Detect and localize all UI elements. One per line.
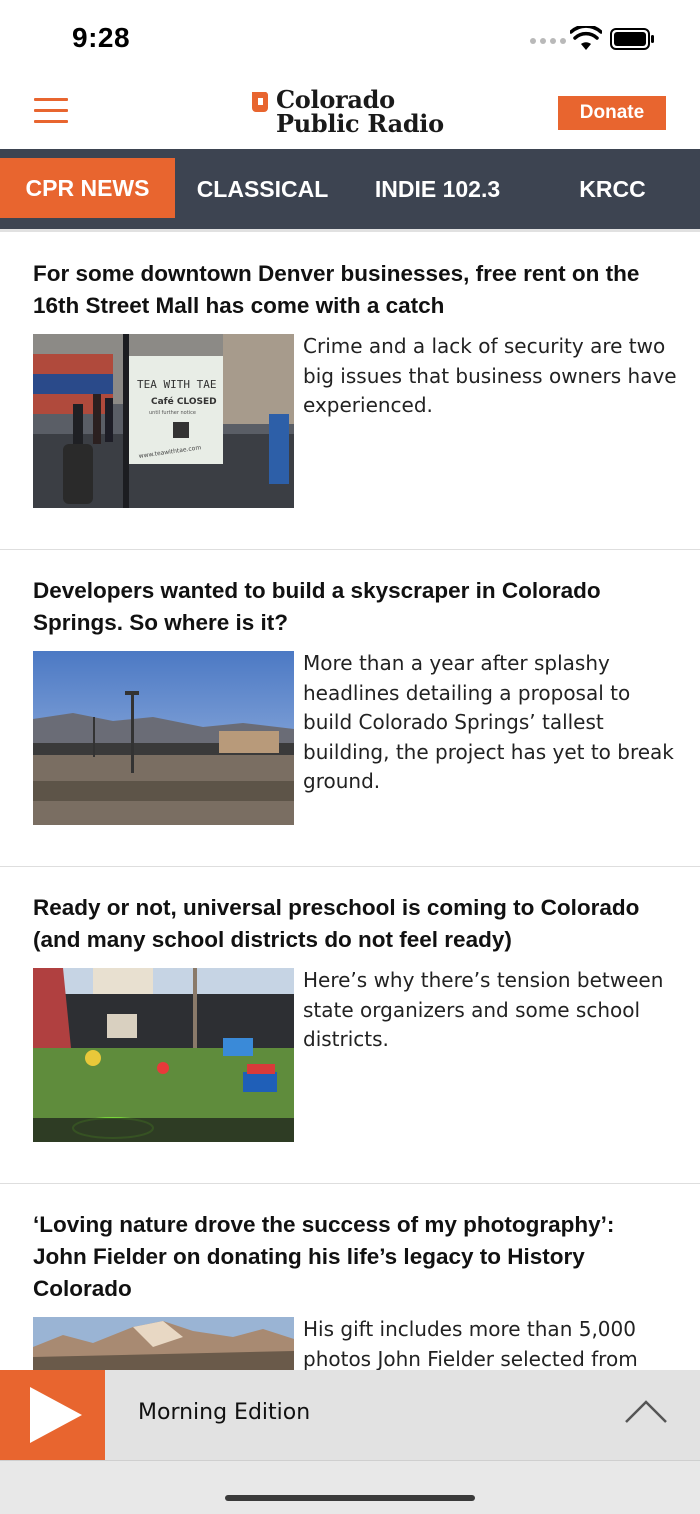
article-title[interactable]: Developers wanted to build a skyscraper … (33, 575, 673, 639)
status-bar: 9:28 (0, 0, 700, 76)
hamburger-menu-icon[interactable] (34, 98, 68, 126)
audio-player[interactable]: Morning Edition (0, 1370, 700, 1460)
news-feed[interactable]: For some downtown Denver businesses, fre… (0, 232, 700, 1404)
article-card[interactable]: Developers wanted to build a skyscraper … (0, 550, 700, 867)
article-thumbnail[interactable] (33, 968, 294, 1142)
battery-icon (610, 28, 654, 50)
donate-button[interactable]: Donate (558, 96, 666, 130)
cpr-logo[interactable]: Colorado Public Radio (250, 88, 444, 136)
home-indicator-area (0, 1460, 700, 1514)
article-image (33, 651, 294, 825)
article-image (33, 1317, 294, 1373)
station-tabs: CPR NEWS CLASSICAL INDIE 102.3 KRCC (0, 149, 700, 229)
tab-cpr-news[interactable]: CPR NEWS (0, 158, 175, 218)
sign-text-2: Café CLOSED (151, 396, 217, 407)
article-thumbnail[interactable]: TEA WITH TAE Café CLOSED until further n… (33, 334, 294, 508)
cellular-signal-icon (530, 38, 566, 44)
tab-indie-102-3[interactable]: INDIE 102.3 (350, 159, 525, 219)
article-card[interactable]: For some downtown Denver businesses, fre… (0, 232, 700, 550)
app-header: Colorado Public Radio Donate (0, 76, 700, 148)
article-summary: Here’s why there’s tension between state… (303, 968, 664, 1051)
home-indicator[interactable] (225, 1495, 475, 1501)
chevron-up-icon[interactable] (624, 1398, 668, 1428)
status-time: 9:28 (72, 22, 131, 53)
play-button[interactable] (0, 1370, 105, 1460)
article-summary: His gift includes more than 5,000 photos… (303, 1317, 638, 1371)
article-image (33, 968, 294, 1142)
article-card[interactable]: Ready or not, universal preschool is com… (0, 867, 700, 1184)
cpr-logo-mark-icon (252, 92, 269, 112)
article-thumbnail[interactable] (33, 651, 294, 825)
article-image: TEA WITH TAE Café CLOSED until further n… (33, 334, 294, 508)
article-title[interactable]: For some downtown Denver businesses, fre… (33, 258, 673, 322)
article-summary: Crime and a lack of security are two big… (303, 334, 677, 417)
article-title[interactable]: Ready or not, universal preschool is com… (33, 892, 673, 956)
sign-text-3: until further notice (149, 410, 196, 416)
article-title[interactable]: ‘Loving nature drove the success of my p… (33, 1209, 673, 1305)
now-playing-title: Morning Edition (138, 1400, 311, 1425)
play-icon (30, 1387, 82, 1443)
article-summary: More than a year after splashy headlines… (303, 651, 674, 793)
wifi-icon (570, 26, 602, 50)
sign-text-1: TEA WITH TAE (137, 378, 216, 391)
logo-line-2: Public Radio (276, 109, 444, 138)
tab-classical[interactable]: CLASSICAL (175, 159, 350, 219)
logo-text: Colorado Public Radio (276, 88, 444, 136)
article-thumbnail[interactable] (33, 1317, 294, 1373)
tab-krcc[interactable]: KRCC (525, 159, 700, 219)
